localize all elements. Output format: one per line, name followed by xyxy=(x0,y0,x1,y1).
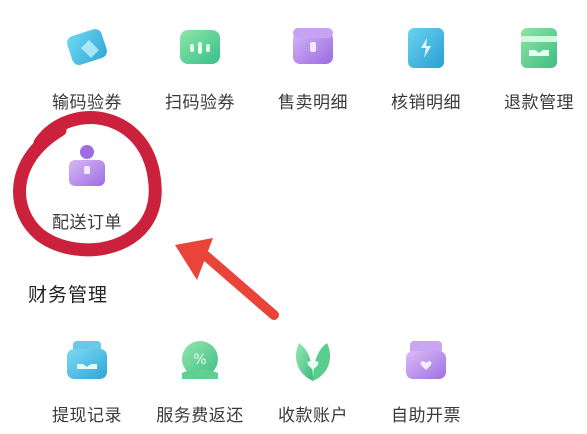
section-title-finance: 财务管理 xyxy=(28,284,109,306)
tile-label: 自助开票 xyxy=(391,406,461,426)
tile-refund-management[interactable]: 退款管理 xyxy=(484,20,587,120)
tile-withdraw-records[interactable]: 提现记录 xyxy=(32,333,142,433)
svg-text:%: % xyxy=(193,352,206,368)
verify-ticket-icon xyxy=(398,20,454,76)
sales-box-icon xyxy=(285,20,341,76)
invoice-heart-icon xyxy=(398,333,454,389)
fee-return-icon: % xyxy=(172,333,228,389)
tile-ticket-code-verify[interactable]: 输码验券 xyxy=(32,20,142,120)
tile-delivery-orders[interactable]: 配送订单 xyxy=(32,140,142,240)
leaf-account-icon xyxy=(285,333,341,389)
tile-label: 扫码验券 xyxy=(165,93,235,113)
refund-card-icon xyxy=(511,20,567,76)
annotation-arrow-shaft xyxy=(201,251,279,320)
tile-scan-code-verify[interactable]: 扫码验券 xyxy=(145,20,255,120)
tile-label: 收款账户 xyxy=(278,406,348,426)
tile-sales-detail[interactable]: 售卖明细 xyxy=(258,20,368,120)
tile-verify-detail[interactable]: 核销明细 xyxy=(371,20,481,120)
tile-label: 提现记录 xyxy=(52,406,122,426)
ticket-pen-icon xyxy=(59,20,115,76)
tile-label: 输码验券 xyxy=(52,93,122,113)
tile-collection-account[interactable]: 收款账户 xyxy=(258,333,368,433)
tile-label: 退款管理 xyxy=(504,93,574,113)
withdraw-card-icon xyxy=(59,333,115,389)
tile-label: 服务费返还 xyxy=(156,406,244,426)
tile-label: 配送订单 xyxy=(52,213,122,233)
tile-label: 核销明细 xyxy=(391,93,461,113)
tile-self-invoice[interactable]: 自助开票 xyxy=(371,333,481,433)
delivery-person-icon xyxy=(59,140,115,196)
annotation-arrow-head xyxy=(175,238,213,280)
tile-label: 售卖明细 xyxy=(278,93,348,113)
tile-service-fee-return[interactable]: % 服务费返还 xyxy=(145,333,255,433)
scan-code-icon xyxy=(172,20,228,76)
